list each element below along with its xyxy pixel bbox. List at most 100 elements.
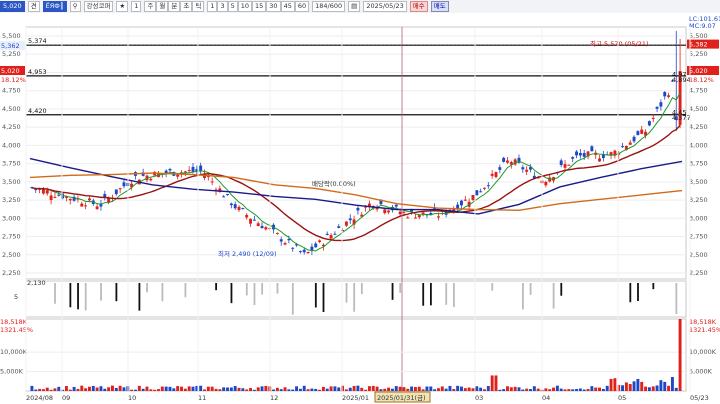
volume-bar — [517, 387, 521, 391]
right-y-tick-label: 5,500 — [689, 32, 708, 40]
volume-bar — [651, 386, 655, 391]
volume-bar — [628, 384, 632, 391]
volume-bar — [218, 389, 222, 391]
pager[interactable]: 184/600 — [312, 1, 346, 12]
obv-bar — [652, 283, 655, 290]
candle-body — [394, 204, 398, 207]
obv-bar — [253, 283, 256, 306]
right-y-tick-label: 3,000 — [689, 214, 708, 222]
y-tick-label: 3,500 — [2, 178, 21, 186]
minute-5[interactable]: 5 — [227, 1, 238, 12]
volume-bar — [425, 386, 429, 391]
x-axis-label: 10 — [128, 394, 136, 402]
volume-bar — [433, 389, 437, 391]
volume-bar — [390, 388, 394, 391]
candle-body — [525, 169, 529, 172]
candle-body — [628, 142, 632, 145]
volume-bar — [532, 386, 536, 391]
minute-60[interactable]: 60 — [294, 1, 310, 12]
code-search-field[interactable]: ЁЯФ║ — [42, 1, 67, 12]
volume-bar — [621, 385, 625, 391]
candle-body — [651, 117, 655, 119]
stock-chart[interactable]: 5,5005,2505,0004,7504,5004,2504,0003,750… — [0, 13, 720, 404]
obv-bar — [552, 283, 555, 309]
minute-10[interactable]: 10 — [237, 1, 253, 12]
obv-bar — [391, 283, 394, 300]
candle-body — [34, 189, 38, 191]
candle-body — [417, 215, 421, 218]
y-tick-label: 3,250 — [2, 196, 21, 204]
candle-body — [659, 102, 663, 107]
volume-bar — [667, 385, 671, 391]
candle-body — [636, 131, 640, 135]
volume-bar — [525, 388, 529, 391]
period-day[interactable]: 1 — [131, 1, 142, 12]
chart-bg — [0, 13, 720, 404]
support-line-label: 4,953 — [28, 68, 47, 76]
volume-bar — [260, 386, 264, 391]
favorite-icon[interactable]: ★ — [116, 1, 129, 12]
period-1[interactable]: 월 — [156, 1, 169, 12]
volume-bar — [383, 388, 387, 391]
obv-bar — [399, 283, 402, 293]
right-y-tick-label: 5,250 — [689, 50, 708, 58]
search-icon[interactable]: ⚲ — [69, 1, 81, 12]
right-y-tick-label: 4,250 — [689, 123, 708, 131]
volume-bar — [226, 387, 229, 391]
volume-bar — [302, 385, 306, 391]
volume-bar — [544, 388, 548, 391]
candle-body — [45, 190, 49, 194]
period-3[interactable]: 초 — [180, 1, 193, 12]
volume-bar — [506, 386, 509, 391]
sell-button[interactable]: 매도 — [430, 1, 449, 12]
volume-bar — [99, 386, 103, 391]
right-y-tick-label: 3,250 — [689, 196, 708, 204]
candle-body — [575, 151, 578, 156]
volume-bar — [475, 386, 479, 391]
candle-body — [640, 129, 644, 134]
candle-body — [325, 233, 329, 236]
right-level-label: 4,377 — [672, 114, 691, 122]
volume-bar — [670, 377, 674, 391]
code-label[interactable]: 견 — [27, 1, 40, 12]
volume-bar — [164, 386, 168, 391]
period-0[interactable]: 주 — [144, 1, 157, 12]
candle-body — [663, 91, 667, 97]
candle-body — [199, 165, 203, 171]
candle-body — [95, 206, 99, 210]
volume-bar — [494, 375, 498, 391]
minute-15[interactable]: 15 — [252, 1, 267, 12]
candle-body — [306, 251, 310, 254]
volume-bar — [68, 389, 72, 391]
candle-body — [348, 218, 352, 221]
date-field[interactable]: 2025/05/23 — [363, 1, 407, 12]
volume-bar — [72, 386, 76, 391]
candle-body — [283, 243, 287, 245]
minute-45[interactable]: 45 — [280, 1, 295, 12]
volume-bar — [168, 386, 172, 391]
candle-body — [544, 181, 548, 186]
x-axis-label: 09 — [62, 394, 70, 402]
volume-bar — [84, 388, 88, 391]
minute-30[interactable]: 30 — [266, 1, 281, 12]
stock-name[interactable]: 강성코퍼 — [83, 1, 114, 12]
minute-1[interactable]: 1 — [207, 1, 218, 12]
buy-button[interactable]: 매수 — [409, 1, 428, 12]
candle-body — [563, 164, 567, 168]
candle-body — [383, 209, 387, 214]
volume-bar — [91, 385, 95, 391]
stock-code-field[interactable]: 5,020 — [0, 1, 25, 12]
volume-bar — [134, 389, 137, 391]
candle-body — [252, 219, 256, 221]
calendar-icon[interactable]: ▤ — [348, 1, 361, 12]
candle-body — [226, 194, 229, 196]
volume-bar — [644, 386, 648, 391]
period-4[interactable]: 틱 — [192, 1, 205, 12]
volume-bar — [241, 388, 245, 391]
volume-bar — [80, 385, 84, 391]
minute-3[interactable]: 3 — [217, 1, 228, 12]
y-tick-label: 2,250 — [2, 269, 21, 277]
candle-body — [333, 233, 337, 235]
volume-bar — [624, 382, 628, 391]
period-2[interactable]: 분 — [168, 1, 181, 12]
